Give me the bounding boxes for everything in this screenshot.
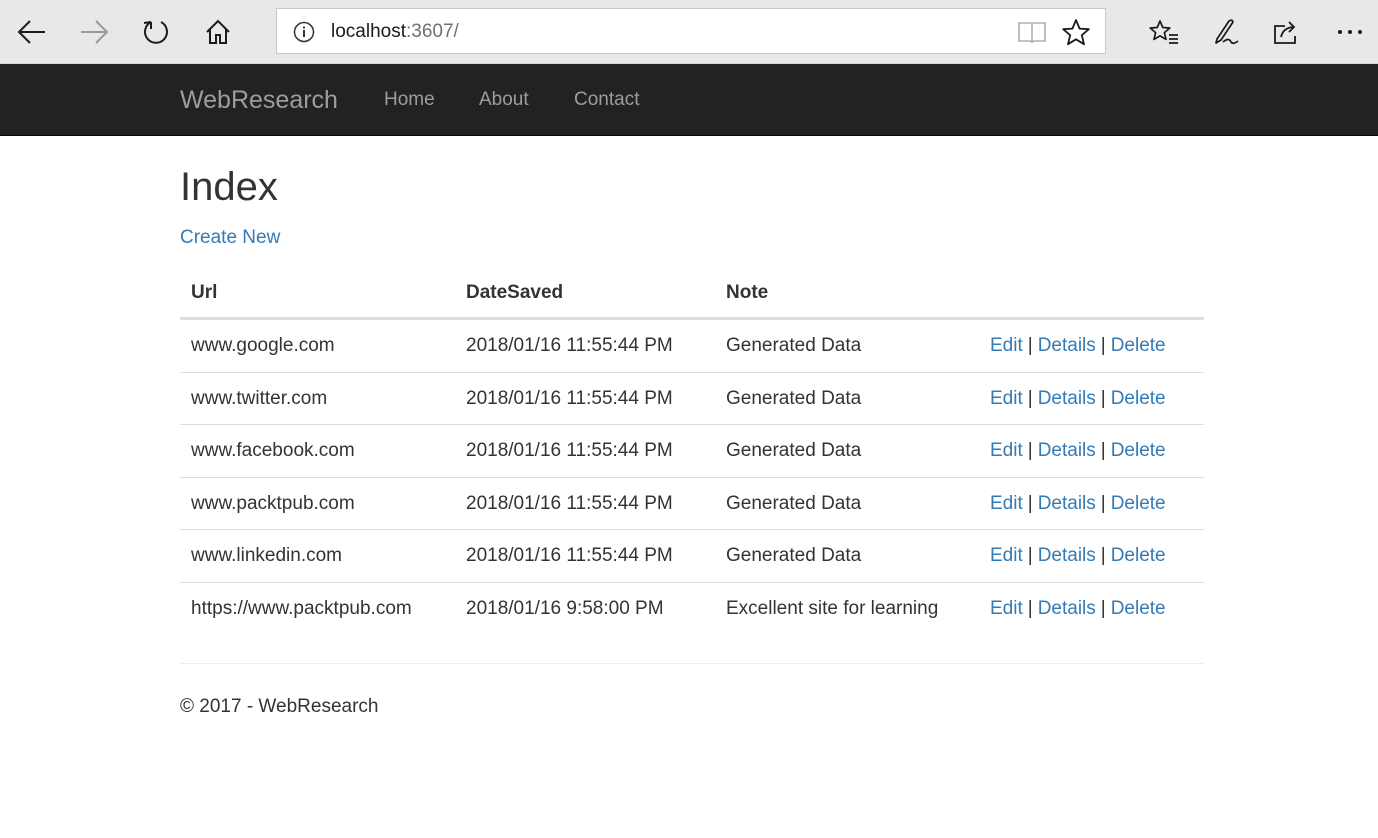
- action-separator: |: [1100, 492, 1106, 514]
- nav-contact-link[interactable]: Contact: [574, 89, 639, 111]
- table-row: www.packtpub.com 2018/01/16 11:55:44 PM Ge…: [180, 478, 1204, 530]
- cell-url: https://www.packtpub.com: [191, 597, 412, 619]
- cell-date-saved: 2018/01/16 11:55:44 PM: [466, 387, 673, 409]
- page-title: Index: [180, 165, 278, 209]
- action-separator: |: [1100, 440, 1106, 461]
- delete-link[interactable]: Delete: [1111, 440, 1166, 461]
- action-separator: |: [1100, 387, 1106, 409]
- home-icon[interactable]: [198, 12, 238, 52]
- details-link[interactable]: Details: [1038, 335, 1096, 356]
- create-new-link[interactable]: Create New: [180, 227, 280, 249]
- details-link[interactable]: Details: [1038, 545, 1096, 566]
- delete-link[interactable]: Delete: [1111, 335, 1166, 356]
- header-note: Note: [726, 282, 769, 303]
- more-icon[interactable]: [1330, 12, 1370, 52]
- url-host: localhost: [331, 21, 406, 42]
- reading-view-icon[interactable]: [1017, 19, 1047, 45]
- action-separator: |: [1027, 492, 1033, 514]
- row-actions: Edit | Details | Delete: [990, 545, 1166, 567]
- action-separator: |: [1027, 335, 1033, 356]
- browser-toolbar: localhost:3607/: [0, 0, 1378, 64]
- cell-note: Excellent site for learning: [726, 597, 939, 619]
- table-row: www.facebook.com 2018/01/16 11:55:44 PM Ge…: [180, 425, 1204, 478]
- cell-date-saved: 2018/01/16 11:55:44 PM: [466, 492, 673, 514]
- cell-date-saved: 2018/01/16 11:55:44 PM: [466, 440, 673, 461]
- table-row: www.google.com 2018/01/16 11:55:44 PM Gene…: [180, 320, 1204, 373]
- research-table: Url DateSaved Note www.google.com 2018/01…: [180, 270, 1204, 635]
- cell-date-saved: 2018/01/16 9:58:00 PM: [466, 597, 664, 619]
- address-bar[interactable]: localhost:3607/: [276, 8, 1106, 54]
- action-separator: |: [1100, 335, 1106, 356]
- cell-note: Generated Data: [726, 545, 862, 566]
- nav-about-link[interactable]: About: [479, 89, 529, 111]
- row-actions: Edit | Details | Delete: [990, 598, 1166, 620]
- details-link[interactable]: Details: [1038, 493, 1096, 514]
- cell-note: Generated Data: [726, 440, 862, 461]
- edit-link[interactable]: Edit: [990, 388, 1023, 409]
- row-actions: Edit | Details | Delete: [990, 335, 1166, 357]
- delete-link[interactable]: Delete: [1111, 545, 1166, 566]
- edit-link[interactable]: Edit: [990, 335, 1023, 356]
- action-separator: |: [1027, 387, 1033, 409]
- action-separator: |: [1100, 545, 1106, 566]
- delete-link[interactable]: Delete: [1111, 493, 1166, 514]
- url-rest: :3607/: [406, 21, 459, 42]
- edit-link[interactable]: Edit: [990, 598, 1023, 619]
- forward-arrow-icon[interactable]: [74, 12, 114, 52]
- edit-link[interactable]: Edit: [990, 440, 1023, 461]
- nav-home-link[interactable]: Home: [384, 89, 435, 111]
- delete-link[interactable]: Delete: [1111, 598, 1166, 619]
- table-row: www.linkedin.com 2018/01/16 11:55:44 PM Ge…: [180, 530, 1204, 583]
- address-url[interactable]: localhost:3607/: [331, 21, 459, 43]
- action-separator: |: [1100, 597, 1106, 619]
- cell-url: www.linkedin.com: [191, 545, 342, 566]
- table-row: www.twitter.com 2018/01/16 11:55:44 PM Gen…: [180, 373, 1204, 425]
- table-body: www.google.com 2018/01/16 11:55:44 PM Gene…: [180, 320, 1204, 635]
- details-link[interactable]: Details: [1038, 598, 1096, 619]
- star-icon[interactable]: [1061, 18, 1091, 46]
- cell-url: www.facebook.com: [191, 440, 355, 461]
- refresh-icon[interactable]: [136, 12, 176, 52]
- favorites-list-icon[interactable]: [1144, 12, 1184, 52]
- info-icon[interactable]: [293, 21, 315, 43]
- details-link[interactable]: Details: [1038, 388, 1096, 409]
- cell-note: Generated Data: [726, 492, 862, 514]
- cell-url: www.packtpub.com: [191, 492, 355, 514]
- cell-url: www.google.com: [191, 335, 335, 356]
- edit-link[interactable]: Edit: [990, 545, 1023, 566]
- action-separator: |: [1027, 545, 1033, 566]
- footer-divider: [180, 663, 1204, 664]
- cell-url: www.twitter.com: [191, 387, 328, 409]
- header-url: Url: [191, 282, 218, 303]
- cell-date-saved: 2018/01/16 11:55:44 PM: [466, 545, 673, 566]
- row-actions: Edit | Details | Delete: [990, 440, 1166, 462]
- action-separator: |: [1027, 440, 1033, 461]
- header-date-saved: DateSaved: [466, 282, 564, 303]
- cell-note: Generated Data: [726, 335, 862, 356]
- row-actions: Edit | Details | Delete: [990, 388, 1166, 410]
- action-separator: |: [1027, 597, 1033, 619]
- footer-text: © 2017 - WebResearch: [180, 696, 379, 717]
- details-link[interactable]: Details: [1038, 440, 1096, 461]
- cell-note: Generated Data: [726, 387, 862, 409]
- table-header: Url DateSaved Note: [180, 270, 1204, 320]
- site-navbar: WebResearch Home About Contact: [0, 64, 1378, 136]
- share-icon[interactable]: [1266, 12, 1306, 52]
- table-row: https://www.packtpub.com 2018/01/16 9:58:…: [180, 583, 1204, 636]
- row-actions: Edit | Details | Delete: [990, 493, 1166, 515]
- edit-link[interactable]: Edit: [990, 493, 1023, 514]
- brand-link[interactable]: WebResearch: [180, 85, 338, 115]
- cell-date-saved: 2018/01/16 11:55:44 PM: [466, 335, 673, 356]
- back-arrow-icon[interactable]: [12, 12, 52, 52]
- pen-icon[interactable]: [1206, 12, 1246, 52]
- delete-link[interactable]: Delete: [1111, 388, 1166, 409]
